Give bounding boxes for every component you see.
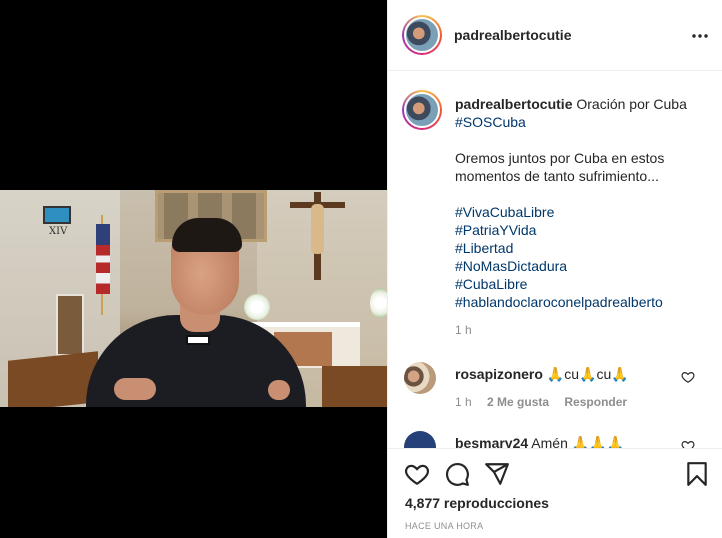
caption-time[interactable]: 1 h: [455, 323, 472, 337]
caption-avatar[interactable]: [402, 90, 442, 130]
altar-flowers: [244, 294, 270, 320]
comment-likes[interactable]: 2 Me gusta: [487, 395, 549, 409]
speaker-hair: [172, 218, 242, 252]
comment-meta: 1 h 2 Me gusta Responder: [455, 395, 639, 409]
heart-icon[interactable]: [404, 461, 430, 487]
us-flag: [96, 224, 110, 294]
reply-button[interactable]: Responder: [564, 395, 627, 409]
clerical-collar: [186, 335, 210, 345]
post-actions: 4,877 reproducciones HACE UNA HORA: [388, 448, 722, 538]
hashtag-link[interactable]: #PatriaYVida: [455, 221, 705, 239]
author-username[interactable]: padrealbertocutie: [454, 27, 571, 43]
hashtag-link[interactable]: #CubaLibre: [455, 275, 705, 293]
doorway: [56, 294, 84, 356]
caption-title: Oración por Cuba: [576, 96, 687, 112]
bookmark-icon[interactable]: [684, 461, 710, 487]
comment-text: besmary24 Amén 🙏🙏🙏: [455, 435, 624, 448]
commenter-avatar[interactable]: [404, 362, 436, 394]
station-numeral: XIV: [49, 226, 68, 237]
caption-username[interactable]: padrealbertocutie: [455, 96, 572, 112]
pew-right: [322, 366, 387, 407]
crucifix-figure: [311, 204, 324, 254]
comment-time[interactable]: 1 h: [455, 395, 472, 409]
comment-heart-icon[interactable]: [681, 439, 695, 448]
comments-area[interactable]: padrealbertocutie Oración por Cuba #SOSC…: [388, 71, 722, 448]
caption-hashtag-soscuba[interactable]: #SOSCuba: [455, 113, 705, 131]
commenter-avatar[interactable]: [404, 431, 436, 448]
post-caption: padrealbertocutie Oración por Cuba #SOSC…: [455, 95, 705, 311]
post-header: padrealbertocutie: [388, 0, 722, 71]
speaker-hand-left: [114, 378, 156, 400]
comment-body: 🙏cu🙏cu🙏: [546, 366, 629, 382]
comment-icon[interactable]: [444, 461, 470, 487]
post-media[interactable]: XIV: [0, 0, 387, 538]
caption-hashtags: #VivaCubaLibre #PatriaYVida #Libertad #N…: [455, 203, 705, 311]
comment-body: Amén 🙏🙏🙏: [531, 435, 625, 448]
more-horizontal-icon[interactable]: [690, 26, 710, 46]
speaker-hand-right: [268, 380, 290, 400]
caption-body: Oremos juntos por Cuba en estos momentos…: [455, 150, 665, 184]
video-player[interactable]: XIV: [0, 190, 387, 407]
comment-username[interactable]: rosapizonero: [455, 366, 543, 382]
post-timestamp[interactable]: HACE UNA HORA: [405, 521, 483, 531]
hashtag-link[interactable]: #NoMasDictadura: [455, 257, 705, 275]
comment-username[interactable]: besmary24: [455, 435, 528, 448]
comment-text: rosapizonero 🙏cu🙏cu🙏: [455, 366, 629, 383]
wall-screen: [43, 206, 71, 224]
pew-left: [8, 351, 98, 407]
author-avatar[interactable]: [402, 15, 442, 55]
hashtag-link[interactable]: #VivaCubaLibre: [455, 203, 705, 221]
send-icon[interactable]: [484, 461, 510, 487]
altar-flowers-right: [370, 288, 387, 318]
hashtag-link[interactable]: #Libertad: [455, 239, 705, 257]
views-count[interactable]: 4,877 reproducciones: [405, 495, 549, 511]
post-sidebar: padrealbertocutie padrealbertocutie Orac…: [387, 0, 722, 538]
comment-heart-icon[interactable]: [681, 370, 695, 384]
hashtag-link[interactable]: #hablandoclaroconelpadrealberto: [455, 293, 705, 311]
